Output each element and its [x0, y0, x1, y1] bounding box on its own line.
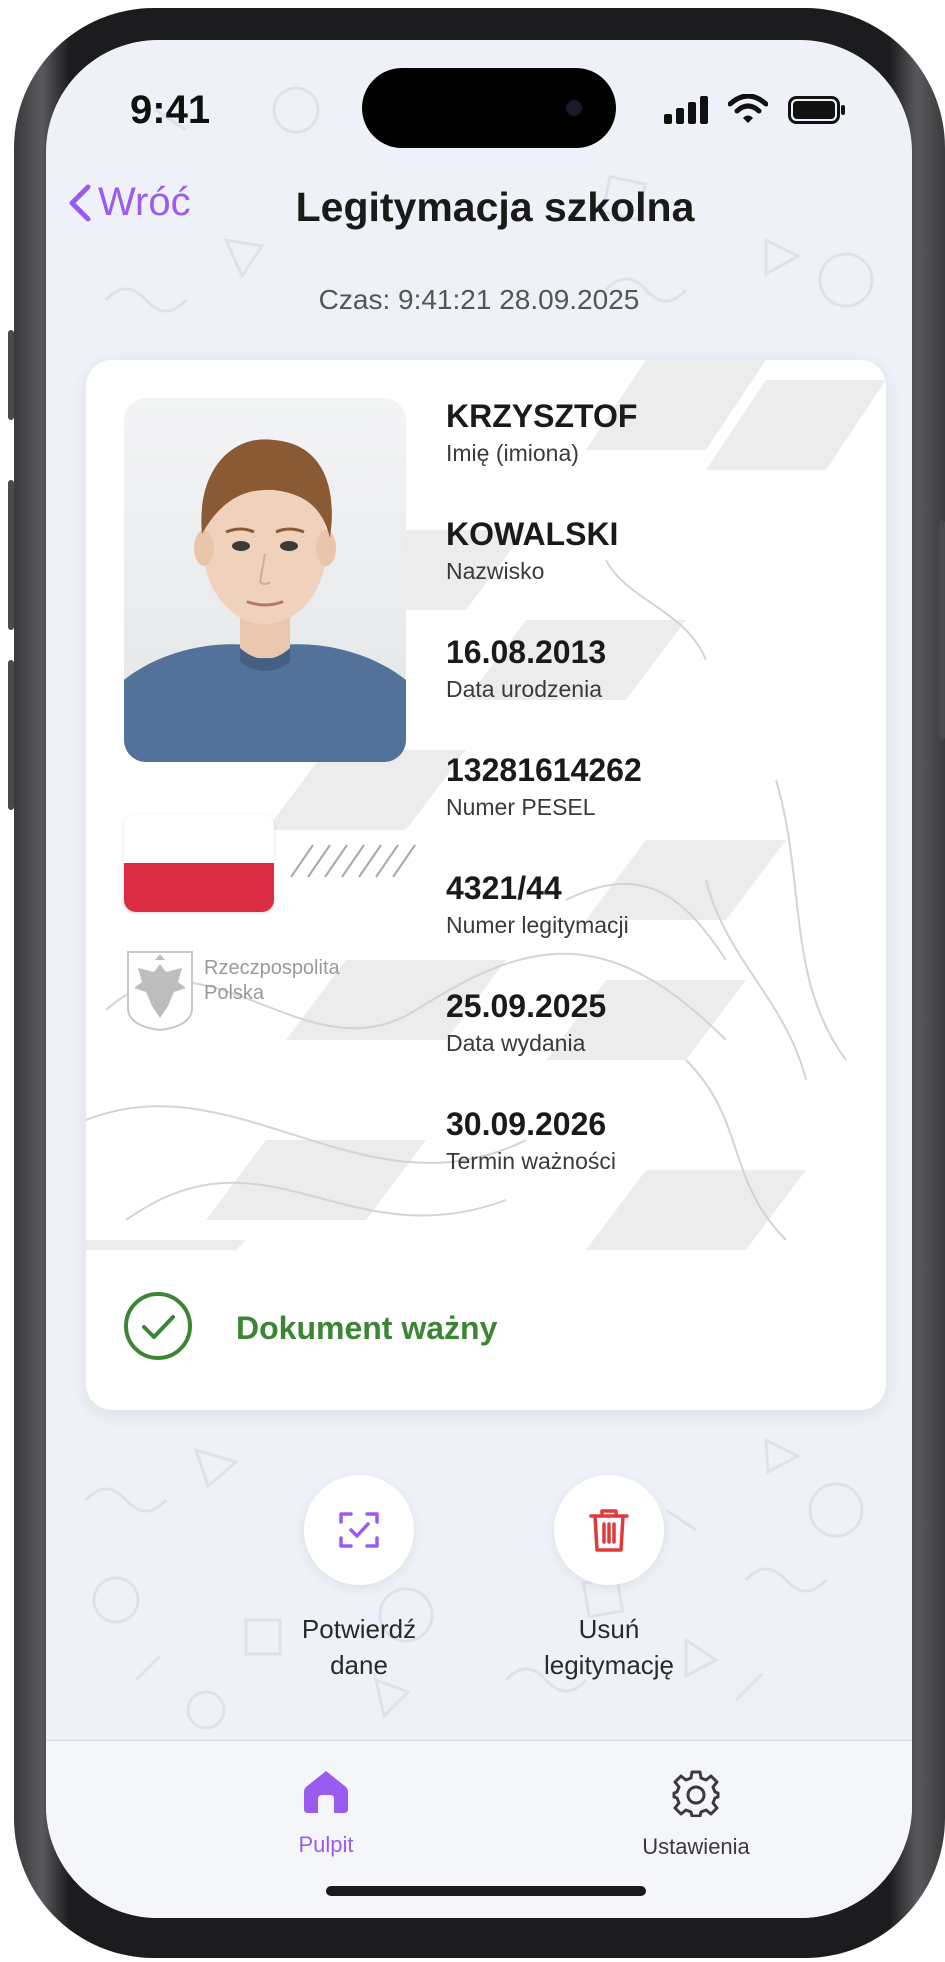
- field-issue-date: 25.09.2025 Data wydania: [446, 986, 642, 1104]
- field-label: Data wydania: [446, 1030, 586, 1056]
- mute-switch: [8, 330, 14, 420]
- field-value: 4321/44: [446, 870, 562, 906]
- field-value: KRZYSZTOF: [446, 398, 638, 434]
- field-label: Imię (imiona): [446, 440, 579, 466]
- confirm-data-button[interactable]: Potwierdź dane: [284, 1475, 434, 1683]
- field-label: Data urodzenia: [446, 676, 602, 702]
- power-button: [939, 520, 945, 740]
- emblem-text-line1: Rzeczpospolita: [204, 957, 340, 979]
- field-pesel: 13281614262 Numer PESEL: [446, 750, 642, 868]
- delete-id-button[interactable]: Usuń legitymację: [514, 1475, 704, 1683]
- eagle-emblem-icon: [127, 951, 193, 1032]
- status-text: Dokument ważny: [236, 1310, 498, 1346]
- battery-icon: [788, 96, 845, 124]
- field-label: Nazwisko: [446, 558, 545, 584]
- tab-ustawienia[interactable]: Ustawienia: [586, 1769, 806, 1860]
- screen: 9:41 Wróć Legitymacja szkolna Czas: 9:41…: [46, 40, 912, 1918]
- field-label: Termin ważności: [446, 1148, 616, 1174]
- page-title: Legitymacja szkolna: [46, 184, 912, 231]
- field-value: 25.09.2025: [446, 988, 607, 1024]
- field-expiry-date: 30.09.2026 Termin ważności: [446, 1104, 642, 1222]
- field-first-name: KRZYSZTOF Imię (imiona): [446, 396, 642, 514]
- cellular-signal-icon: [664, 96, 708, 124]
- timestamp: Czas: 9:41:21 28.09.2025: [318, 284, 640, 315]
- field-birth-date: 16.08.2013 Data urodzenia: [446, 632, 642, 750]
- status-icons: [664, 94, 846, 124]
- emblem-text: Rzeczpospolita Polska: [204, 956, 340, 1006]
- field-last-name: KOWALSKI Nazwisko: [446, 514, 642, 632]
- field-value: 16.08.2013: [446, 634, 607, 670]
- field-value: KOWALSKI: [446, 516, 619, 552]
- scan-check-icon: [339, 1512, 379, 1548]
- home-icon: [304, 1771, 348, 1813]
- polish-flag: [124, 814, 274, 912]
- tab-ustawienia-label: Ustawienia: [642, 1834, 750, 1859]
- gear-icon: [672, 1770, 720, 1818]
- tab-pulpit-label: Pulpit: [298, 1832, 354, 1857]
- field-id-number: 4321/44 Numer legitymacji: [446, 868, 642, 986]
- emblem-text-line2: Polska: [204, 982, 265, 1004]
- trash-icon: [589, 1509, 629, 1552]
- field-value: 30.09.2026: [446, 1106, 607, 1142]
- tab-pulpit[interactable]: Pulpit: [266, 1769, 386, 1858]
- confirm-data-label-line2: dane: [330, 1650, 388, 1680]
- id-card: Rzeczpospolita Polska KRZYSZTOF Imię (im…: [86, 360, 886, 1410]
- student-photo: [124, 398, 406, 762]
- check-circle-icon: [124, 1292, 192, 1360]
- document-status: Dokument ważny: [86, 1270, 886, 1380]
- page-title-text: Legitymacja szkolna: [295, 184, 695, 230]
- id-fields: KRZYSZTOF Imię (imiona) KOWALSKI Nazwisk…: [446, 396, 642, 1222]
- delete-id-label: Usuń legitymację: [514, 1611, 704, 1683]
- status-time: 9:41: [130, 88, 211, 132]
- volume-up-button: [8, 480, 14, 630]
- status-bar: 9:41: [46, 40, 912, 180]
- wifi-icon: [728, 94, 768, 123]
- confirm-data-label: Potwierdź dane: [284, 1611, 434, 1683]
- delete-id-label-line2: legitymację: [543, 1650, 675, 1680]
- home-indicator: [326, 1886, 646, 1896]
- field-label: Numer legitymacji: [446, 912, 629, 938]
- confirm-data-circle[interactable]: [304, 1475, 414, 1585]
- volume-down-button: [8, 660, 14, 810]
- dynamic-island: [362, 68, 616, 148]
- field-label: Numer PESEL: [446, 794, 596, 820]
- delete-id-circle[interactable]: [554, 1475, 664, 1585]
- confirm-data-label-line1: Potwierdź: [301, 1614, 417, 1644]
- field-value: 13281614262: [446, 752, 642, 788]
- delete-id-label-line1: Usuń: [578, 1614, 640, 1644]
